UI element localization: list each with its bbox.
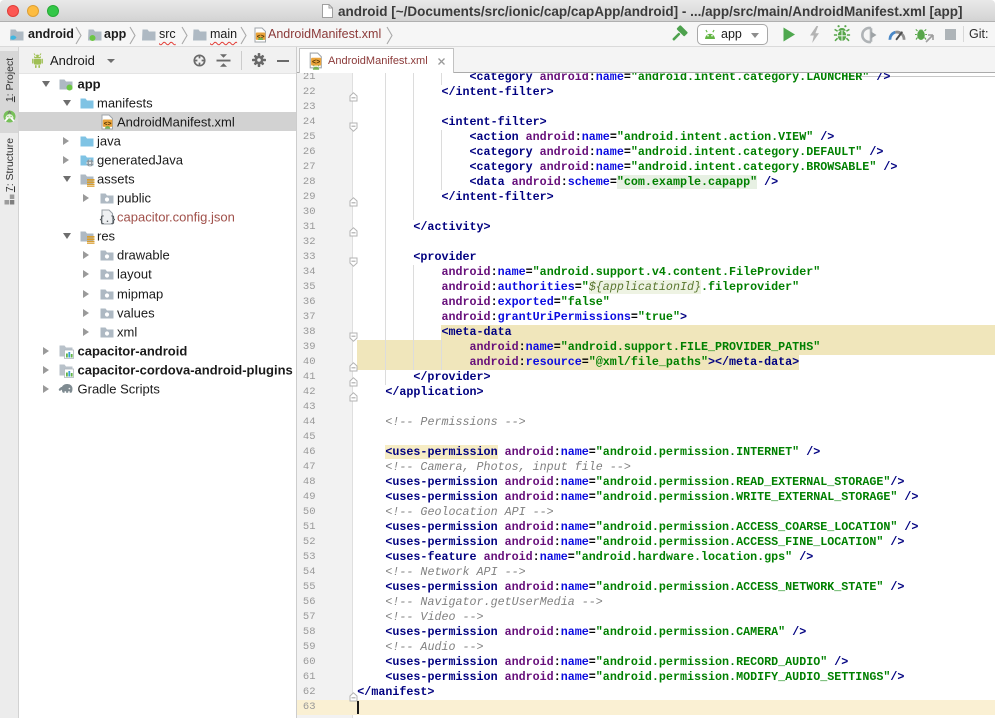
svg-text:<>: <> [312, 59, 320, 67]
svg-text:{.}: {.} [99, 214, 115, 225]
